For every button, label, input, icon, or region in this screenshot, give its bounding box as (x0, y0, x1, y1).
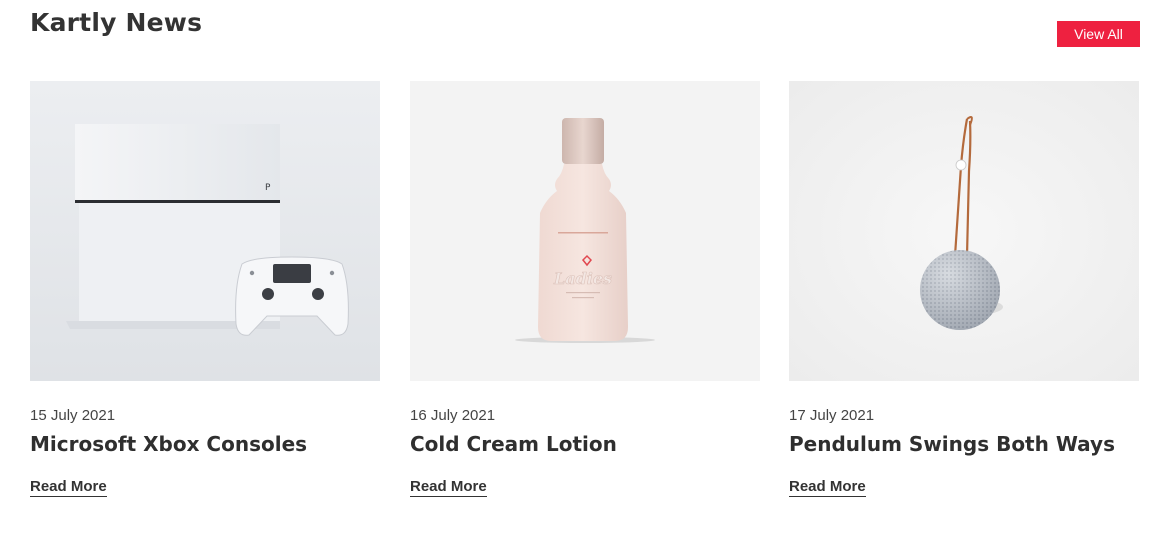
bottle-label-text: Ladies (553, 269, 612, 288)
article-title[interactable]: Pendulum Swings Both Ways (789, 432, 1115, 456)
news-card: Ladies 16 July 2021 Cold Cream Lotion Re… (410, 81, 760, 511)
game-console-image[interactable]: P (30, 81, 380, 381)
read-more-link[interactable]: Read More (789, 479, 866, 497)
section-title: Kartly News (30, 8, 203, 37)
article-date: 15 July 2021 (30, 407, 116, 424)
news-card: 17 July 2021 Pendulum Swings Both Ways R… (789, 81, 1139, 511)
speaker-image[interactable] (789, 81, 1139, 381)
article-title[interactable]: Cold Cream Lotion (410, 432, 617, 456)
news-card: P 15 July 2021 Microsoft Xbox Consoles R… (30, 81, 380, 511)
svg-text:P: P (265, 183, 271, 193)
article-title[interactable]: Microsoft Xbox Consoles (30, 432, 307, 456)
view-all-button[interactable]: View All (1057, 21, 1140, 47)
article-date: 16 July 2021 (410, 407, 496, 424)
article-date: 17 July 2021 (789, 407, 875, 424)
lotion-bottle-image[interactable]: Ladies (410, 81, 760, 381)
read-more-link[interactable]: Read More (30, 479, 107, 497)
read-more-link[interactable]: Read More (410, 479, 487, 497)
